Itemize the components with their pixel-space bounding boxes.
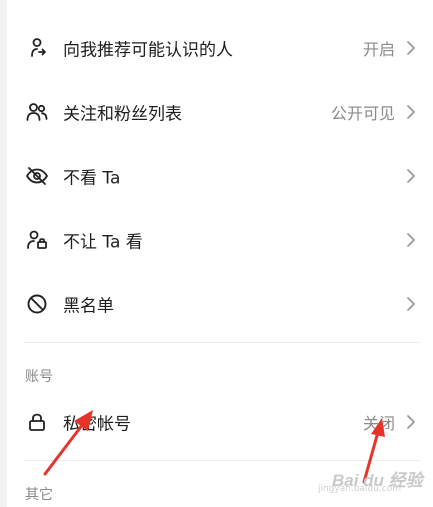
- chevron-right-icon: [405, 168, 417, 184]
- setting-value: 公开可见: [330, 104, 395, 123]
- section-divider: [24, 460, 420, 461]
- chevron-right-icon: [405, 40, 417, 56]
- setting-label: 私密帐号: [63, 414, 131, 435]
- section-title-account: 账号: [25, 369, 53, 385]
- lock-icon: [25, 410, 49, 434]
- setting-recommend-people[interactable]: 向我推荐可能认识的人 开启: [7, 16, 433, 80]
- left-edge-strip: [0, 0, 7, 507]
- chevron-right-icon: [405, 104, 417, 120]
- watermark-url: jingyan.baidu.com: [318, 484, 402, 494]
- chevron-right-icon: [405, 296, 417, 312]
- setting-hide-from-them[interactable]: 不让 Ta 看: [7, 208, 433, 272]
- users-icon: [25, 100, 49, 124]
- setting-value: 关闭: [362, 414, 395, 433]
- setting-private-account[interactable]: 私密帐号 关闭: [7, 390, 433, 454]
- chevron-right-icon: [405, 414, 417, 430]
- eye-off-icon: [25, 164, 49, 188]
- setting-label: 黑名单: [63, 296, 114, 317]
- chevron-right-icon: [405, 232, 417, 248]
- setting-blacklist[interactable]: 黑名单: [7, 272, 433, 336]
- setting-label: 不让 Ta 看: [63, 232, 143, 253]
- person-lock-icon: [25, 228, 49, 252]
- setting-value: 开启: [362, 40, 395, 59]
- baidu-jingyan-watermark: Bai du 经验 jingyan.baidu.com: [318, 466, 423, 494]
- setting-label: 向我推荐可能认识的人: [63, 40, 233, 61]
- person-recommend-icon: [25, 36, 49, 60]
- setting-label: 关注和粉丝列表: [63, 104, 182, 125]
- block-icon: [25, 292, 49, 316]
- section-divider: [24, 342, 420, 343]
- setting-follow-fans-list[interactable]: 关注和粉丝列表 公开可见: [7, 80, 433, 144]
- setting-hide-their-posts[interactable]: 不看 Ta: [7, 144, 433, 208]
- setting-label: 不看 Ta: [63, 168, 121, 189]
- section-title-other: 其它: [25, 487, 53, 503]
